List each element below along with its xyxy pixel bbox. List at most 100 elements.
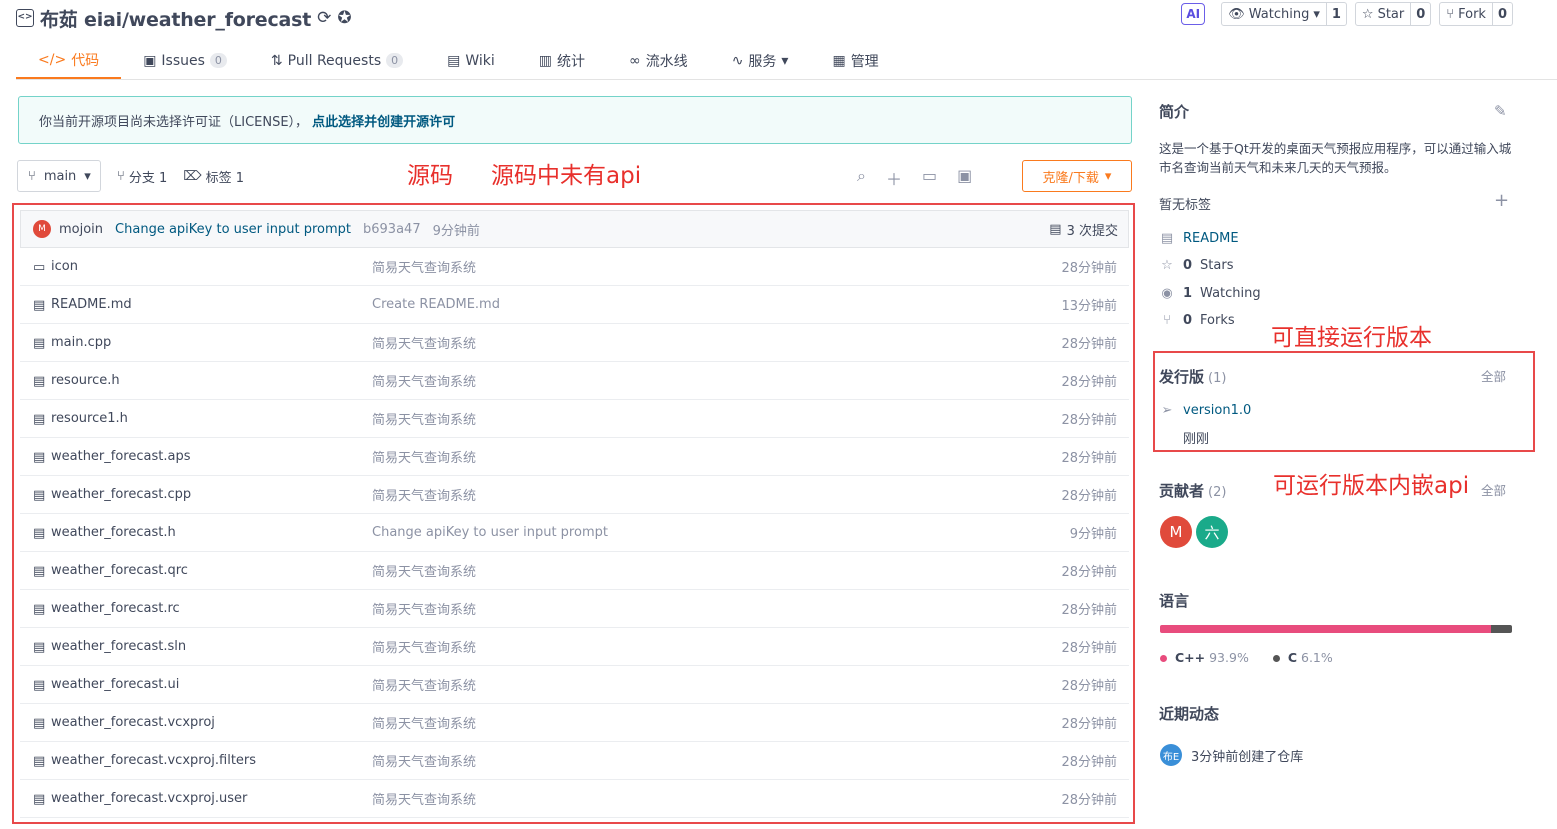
file-name[interactable]: weather_forecast.vcxproj [51,715,215,730]
file-name[interactable]: main.cpp [51,335,111,350]
file-commit-message[interactable]: 简易天气查询系统 [372,371,476,390]
table-row[interactable]: ▤ weather_forecast.vcxproj 简易天气查询系统 28分钟前 [20,704,1129,742]
table-row[interactable]: ▤ README.md Create README.md 13分钟前 [20,286,1129,324]
file-name[interactable]: icon [51,259,78,274]
fork-count[interactable]: 0 [1493,3,1512,25]
table-row[interactable]: ▤ weather_forecast.vcxproj.filters 简易天气查询系… [20,742,1129,780]
table-row[interactable]: ▤ weather_forecast.aps 简易天气查询系统 28分钟前 [20,438,1129,476]
file-name[interactable]: weather_forecast.ui [51,677,179,692]
file-commit-message[interactable]: 简易天气查询系统 [372,599,476,618]
file-commit-message[interactable]: Create README.md [372,297,500,312]
table-row[interactable]: ▤ weather_forecast.cpp 简易天气查询系统 28分钟前 [20,476,1129,514]
file-time: 28分钟前 [1061,603,1117,618]
file-commit-message[interactable]: 简易天气查询系统 [372,751,476,770]
pipeline-icon: ∞ [629,52,641,69]
file-name[interactable]: weather_forecast.vcxproj.filters [51,753,256,768]
fork-button[interactable]: ⑂ Fork 0 [1439,2,1513,26]
edit-icon[interactable]: ✎ [1494,102,1507,120]
table-row[interactable]: ▤ weather_forecast.vcxproj.user 简易天气查询系统 28… [20,780,1129,818]
monitor-icon[interactable]: ▭ [922,166,937,190]
web-ide-icon[interactable]: ▣ [957,166,972,190]
ai-badge[interactable]: AI [1181,3,1206,25]
star-count[interactable]: 0 [1411,3,1430,25]
file-commit-message[interactable]: 简易天气查询系统 [372,409,476,428]
file-name[interactable]: weather_forecast.sln [51,639,186,654]
plus-icon[interactable]: ＋ [886,166,902,190]
file-commit-message[interactable]: 简易天气查询系统 [372,485,476,504]
table-row[interactable]: ▤ resource1.h 简易天气查询系统 28分钟前 [20,400,1129,438]
tags-link[interactable]: ⌦ 标签 1 [183,167,244,186]
file-commit-message[interactable]: 简易天气查询系统 [372,789,476,808]
activity-avatar[interactable]: 布E [1160,744,1182,766]
table-row[interactable]: ▤ main.cpp 简易天气查询系统 28分钟前 [20,324,1129,362]
tab-code[interactable]: </> 代码 [16,42,122,79]
file-commit-message[interactable]: 简易天气查询系统 [372,447,476,466]
commit-author[interactable]: mojoin [59,222,103,237]
watching-button[interactable]: 👁 Watching ▾ 1 [1221,2,1347,26]
tab-pull-requests[interactable]: ⇅ Pull Requests 0 [249,42,425,79]
certificate-icon[interactable]: ✪ [337,8,351,28]
watching-stat[interactable]: ◉ 1 Watching [1159,286,1260,301]
file-commit-message[interactable]: Change apiKey to user input prompt [372,525,608,540]
file-commit-message[interactable]: 简易天气查询系统 [372,713,476,732]
table-row[interactable]: ▤ weather_forecast.ui 简易天气查询系统 28分钟前 [20,666,1129,704]
commit-sha[interactable]: b693a47 [363,222,421,237]
repo-title[interactable]: 布茹 eiai/weather_forecast [40,5,311,32]
sync-icon[interactable]: ⟳ [317,8,331,28]
table-row[interactable]: ▤ weather_forecast.sln 简易天气查询系统 28分钟前 [20,628,1129,666]
file-name[interactable]: README.md [51,297,132,312]
tab-services[interactable]: ∿ 服务 ▾ [710,42,811,79]
file-time: 28分钟前 [1061,679,1117,694]
file-commit-message[interactable]: 简易天气查询系统 [372,333,476,352]
file-commit-message[interactable]: 简易天气查询系统 [372,637,476,656]
file-commit-message[interactable]: 简易天气查询系统 [372,561,476,580]
file-commit-message[interactable]: 简易天气查询系统 [372,675,476,694]
file-name[interactable]: weather_forecast.qrc [51,563,188,578]
file-name[interactable]: weather_forecast.aps [51,449,190,464]
tab-manage[interactable]: ▦ 管理 [810,42,900,79]
contributor-avatar[interactable]: 六 [1196,516,1228,548]
file-commit-message[interactable]: 简易天气查询系统 [372,257,476,276]
contributor-avatar[interactable]: M [1160,516,1192,548]
languages-title: 语言 [1159,592,1190,610]
watching-count[interactable]: 1 [1327,3,1346,25]
license-notice: 你当前开源项目尚未选择许可证（LICENSE）， 点此选择并创建开源许可 [18,96,1132,144]
file-name[interactable]: weather_forecast.rc [51,601,180,616]
release-item[interactable]: ➢ version1.0 [1159,403,1252,418]
forks-stat[interactable]: ⑂ 0 Forks [1159,313,1235,328]
star-button[interactable]: ☆ Star 0 [1354,2,1432,26]
add-tag-plus-icon[interactable]: + [1494,190,1509,211]
table-row[interactable]: ▭ icon 简易天气查询系统 28分钟前 [20,248,1129,286]
file-rows: ▭ icon 简易天气查询系统 28分钟前 ▤ README.md Create READM… [20,248,1129,818]
branch-select[interactable]: ⑂ main ▾ [17,160,101,192]
file-name[interactable]: weather_forecast.cpp [51,487,191,502]
clone-download-button[interactable]: 克隆/下载 ▾ [1022,160,1132,192]
avatar[interactable]: M [33,220,51,238]
tab-stats[interactable]: ▥ 统计 [517,42,607,79]
stars-stat[interactable]: ☆ 0 Stars [1159,258,1233,273]
contributors-title: 贡献者 (2) [1159,482,1227,500]
file-name[interactable]: weather_forecast.h [51,525,176,540]
commit-count-link[interactable]: ▤ 3 次提交 [1049,220,1118,239]
tab-issues[interactable]: ▣ Issues 0 [121,42,249,79]
table-row[interactable]: ▤ resource.h 简易天气查询系统 28分钟前 [20,362,1129,400]
table-row[interactable]: ▤ weather_forecast.qrc 简易天气查询系统 28分钟前 [20,552,1129,590]
search-icon[interactable]: ⌕ [857,166,866,190]
file-time: 28分钟前 [1061,451,1117,466]
caret-down-icon: ▾ [1313,6,1320,22]
language-bar-segment [1490,625,1512,633]
file-name[interactable]: resource1.h [51,411,128,426]
contributors-all-link[interactable]: 全部 [1481,480,1506,499]
choose-license-link[interactable]: 点此选择并创建开源许可 [312,111,455,130]
branches-link[interactable]: ⑂ 分支 1 [117,167,167,186]
table-row[interactable]: ▤ weather_forecast.h Change apiKey to user… [20,514,1129,552]
commit-message[interactable]: Change apiKey to user input prompt [115,222,351,237]
readme-link[interactable]: ▤ README [1159,231,1239,246]
releases-all-link[interactable]: 全部 [1481,366,1506,385]
branch-icon: ⑂ [28,168,36,184]
file-name[interactable]: resource.h [51,373,120,388]
tab-wiki[interactable]: ▤ Wiki [425,42,517,79]
table-row[interactable]: ▤ weather_forecast.rc 简易天气查询系统 28分钟前 [20,590,1129,628]
file-name[interactable]: weather_forecast.vcxproj.user [51,791,247,806]
tab-pipeline[interactable]: ∞ 流水线 [607,42,710,79]
